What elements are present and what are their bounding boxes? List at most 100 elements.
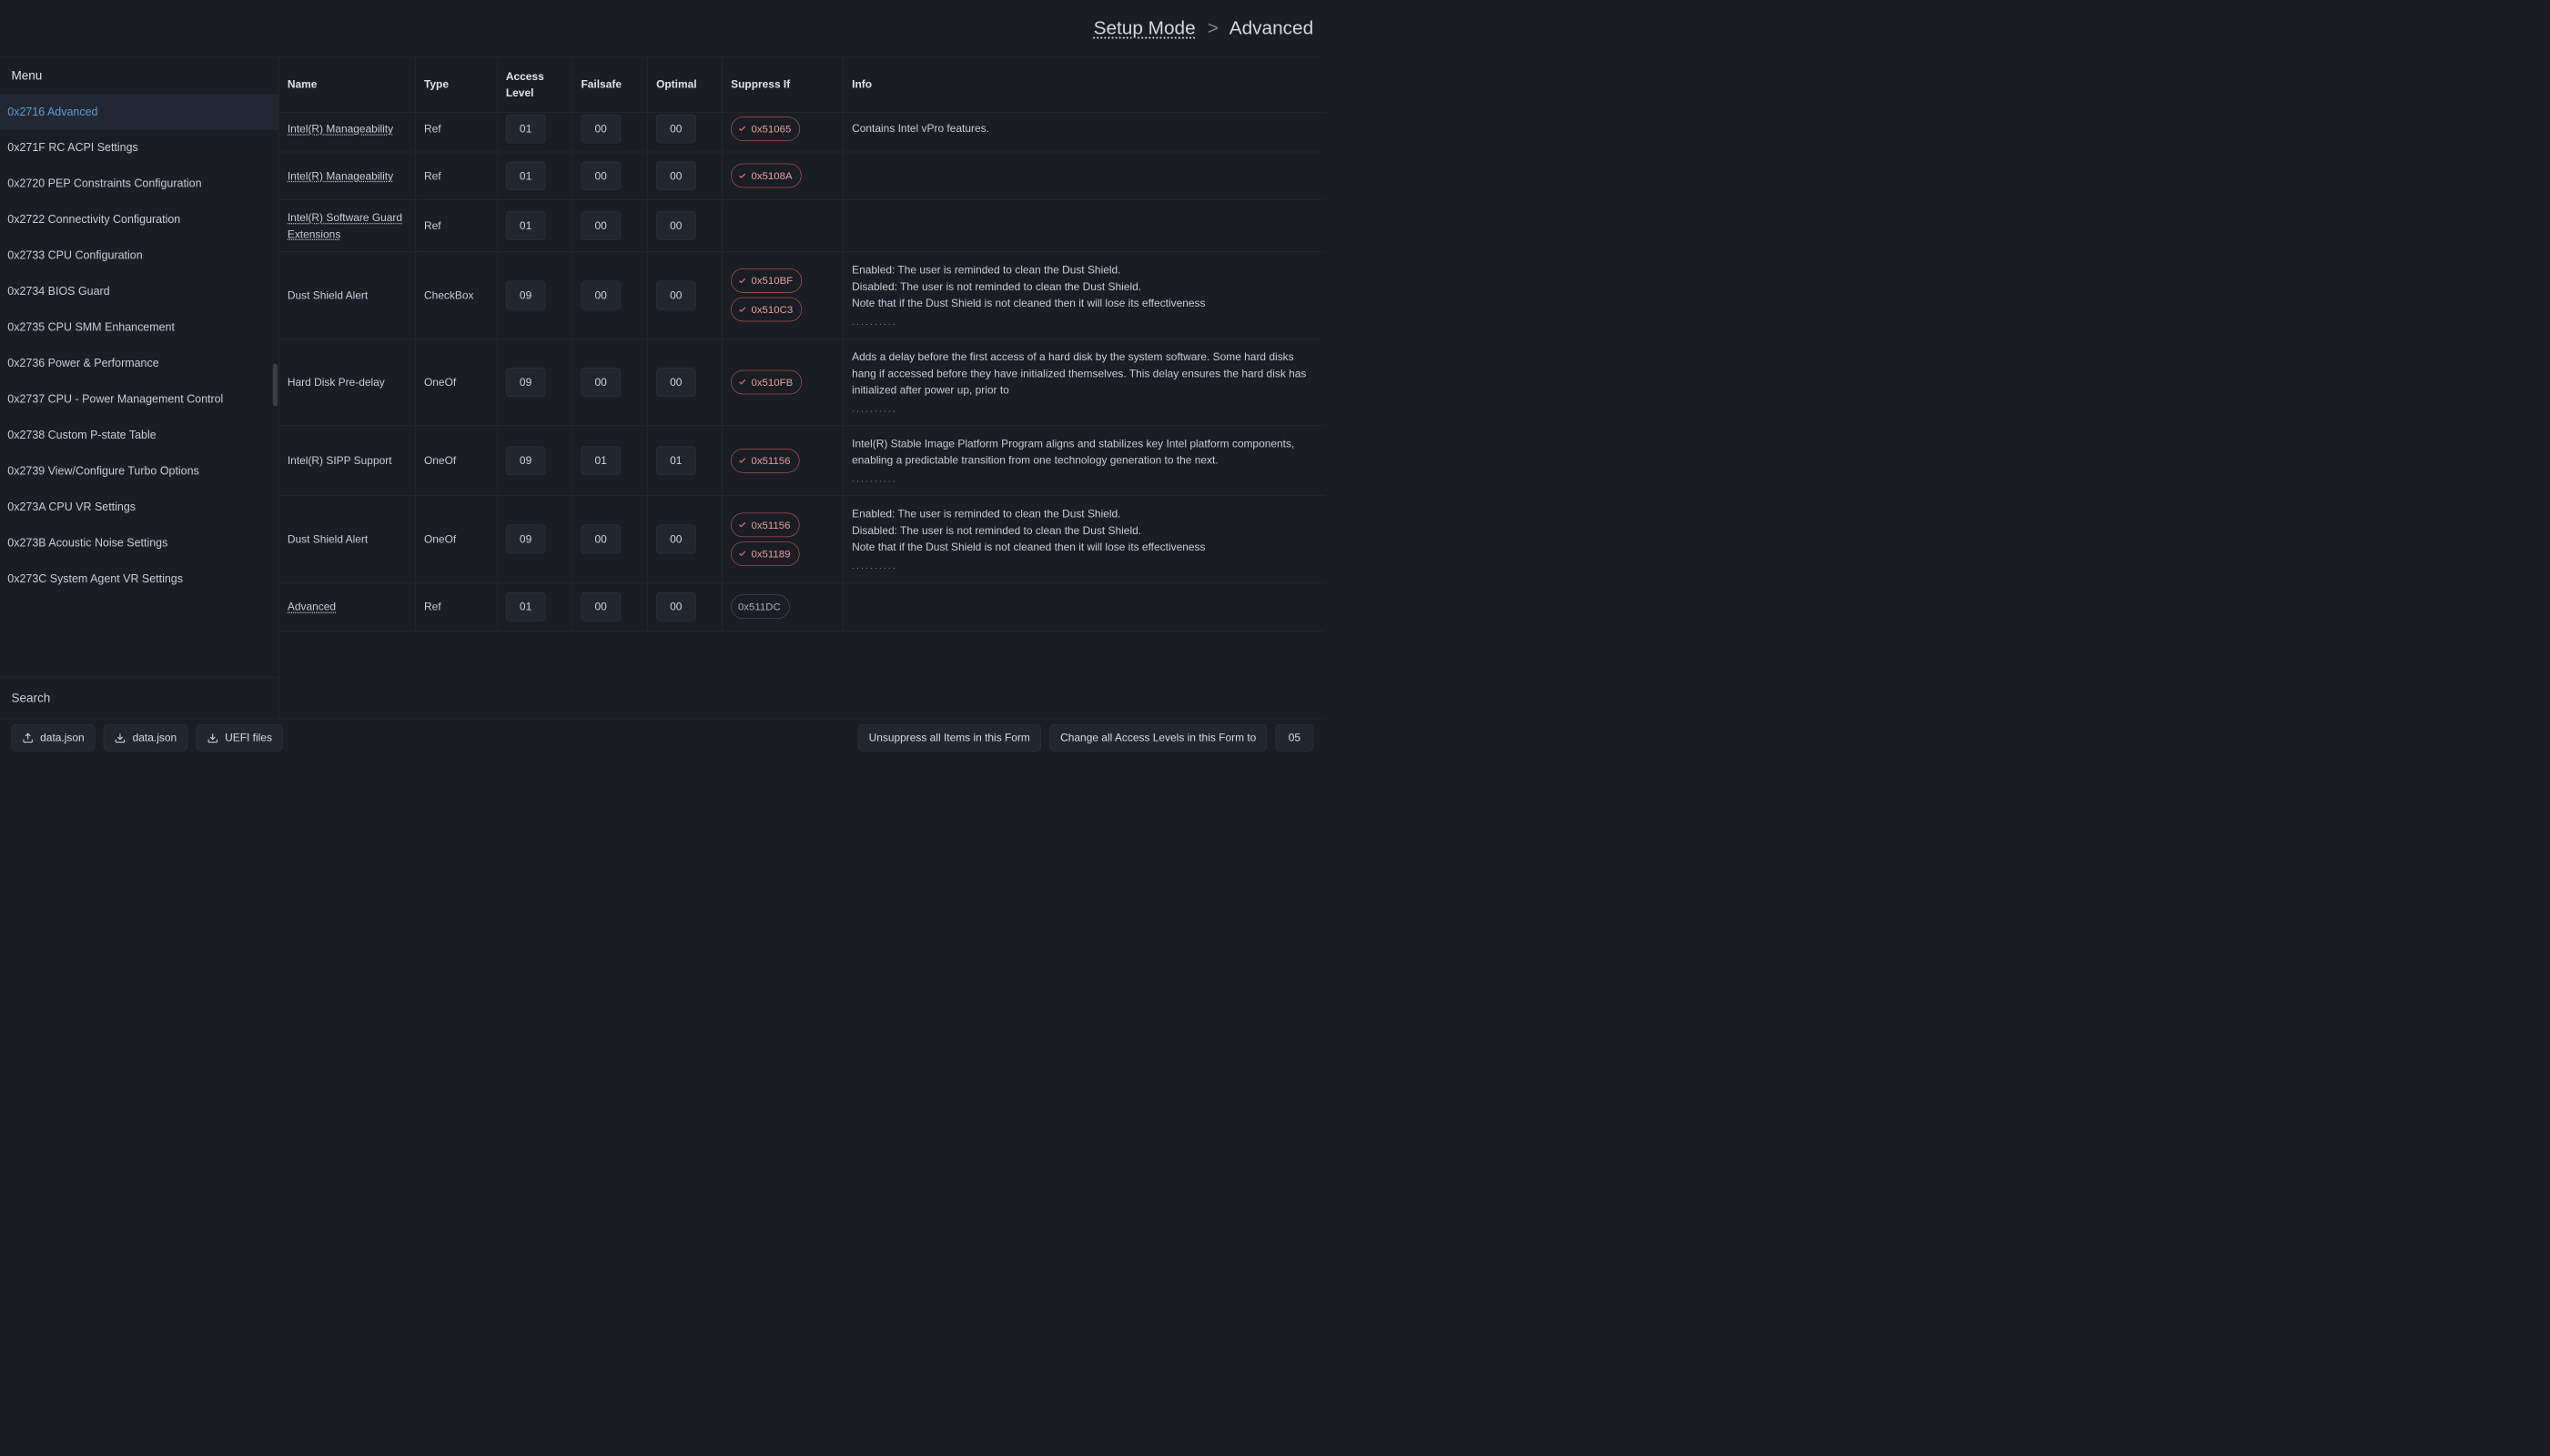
more-indicator[interactable]: .......... [852, 315, 897, 329]
sidebar-item[interactable]: 0x271F RC ACPI Settings [0, 130, 278, 166]
optimal-value[interactable]: 00 [656, 161, 695, 189]
more-indicator[interactable]: .......... [852, 401, 897, 416]
suppress-chip[interactable]: 0x51065 [731, 116, 800, 140]
optimal-value[interactable]: 00 [656, 592, 695, 621]
download-label: data.json [133, 732, 177, 744]
suppress-chip[interactable]: 0x510FB [731, 370, 802, 394]
sidebar-item[interactable]: 0x273A CPU VR Settings [0, 490, 278, 525]
row-name: Hard Disk Pre-delay [288, 374, 385, 390]
access-value[interactable]: 01 [506, 115, 545, 143]
search-input[interactable]: Search [0, 677, 278, 719]
sidebar-item[interactable]: 0x2720 PEP Constraints Configuration [0, 166, 278, 201]
suppress-chip[interactable]: 0x510C3 [731, 298, 802, 321]
table-row: Intel(R) Manageability Ref 01 00 00 0x5108A [279, 152, 1325, 200]
row-info: Contains Intel vPro features. [852, 120, 989, 137]
sidebar-item[interactable]: 0x2735 CPU SMM Enhancement [0, 309, 278, 345]
more-indicator[interactable]: .......... [852, 559, 897, 573]
breadcrumb-root[interactable]: Setup Mode [1094, 17, 1196, 38]
failsafe-value[interactable]: 01 [581, 447, 620, 475]
optimal-value[interactable]: 00 [656, 368, 695, 396]
failsafe-value[interactable]: 00 [581, 161, 620, 189]
upload-label: data.json [40, 732, 85, 744]
upload-button[interactable]: data.json [11, 724, 95, 752]
suppress-chip[interactable]: 0x5108A [731, 164, 801, 187]
access-value[interactable]: 09 [506, 525, 545, 553]
scrollbar-thumb[interactable] [273, 363, 278, 406]
sidebar-item[interactable]: 0x2739 View/Configure Turbo Options [0, 453, 278, 489]
col-name: Name [279, 56, 416, 112]
table-row: AdvancedRef0100000x511DC [279, 583, 1325, 632]
optimal-value[interactable]: 00 [656, 115, 695, 143]
row-type: Ref [424, 217, 441, 234]
download-icon [207, 732, 218, 743]
suppress-label: 0x5108A [751, 168, 792, 184]
suppress-label: 0x51156 [751, 453, 790, 469]
sidebar-item[interactable]: 0x273C System Agent VR Settings [0, 561, 278, 597]
uefi-label: UEFI files [225, 732, 272, 744]
row-name: Dust Shield Alert [288, 287, 368, 303]
uefi-files-button[interactable]: UEFI files [196, 724, 282, 752]
row-info: Intel(R) Stable Image Platform Program a… [852, 435, 1316, 469]
row-info: Enabled: The user is reminded to clean t… [852, 505, 1205, 556]
suppress-label: 0x51065 [751, 121, 791, 136]
failsafe-value[interactable]: 00 [581, 115, 620, 143]
suppress-label: 0x51189 [751, 546, 790, 561]
download-icon [115, 732, 126, 743]
access-value[interactable]: 01 [506, 592, 545, 621]
access-value[interactable]: 09 [506, 368, 545, 396]
col-suppress: Suppress If [723, 56, 844, 112]
failsafe-value[interactable]: 00 [581, 368, 620, 396]
failsafe-value[interactable]: 00 [581, 211, 620, 239]
access-value[interactable]: 01 [506, 211, 545, 239]
row-type: OneOf [424, 374, 456, 390]
sidebar-item[interactable]: 0x273B Acoustic Noise Settings [0, 525, 278, 561]
col-type: Type [416, 56, 498, 112]
row-name-link[interactable]: Intel(R) Manageability [288, 120, 393, 136]
optimal-value[interactable]: 00 [656, 525, 695, 553]
suppress-chip[interactable]: 0x51189 [731, 541, 799, 565]
access-value[interactable]: 09 [506, 281, 545, 309]
suppress-label: 0x510BF [751, 273, 793, 288]
sidebar-item[interactable]: 0x2736 Power & Performance [0, 346, 278, 381]
row-name-link[interactable]: Intel(R) Manageability [288, 167, 393, 184]
suppress-chip[interactable]: 0x51156 [731, 449, 799, 472]
suppress-chip[interactable]: 0x51156 [731, 512, 799, 536]
failsafe-value[interactable]: 00 [581, 592, 620, 621]
row-name-link[interactable]: Intel(R) Software Guard Extensions [288, 209, 407, 242]
access-level-input[interactable]: 05 [1276, 724, 1314, 752]
col-optimal: Optimal [648, 56, 723, 112]
row-type: CheckBox [424, 287, 473, 303]
suppress-label: 0x510C3 [751, 302, 793, 318]
suppress-chip[interactable]: 0x510BF [731, 268, 802, 292]
suppress-label: 0x51156 [751, 517, 790, 532]
row-name-link[interactable]: Advanced [288, 599, 336, 615]
optimal-value[interactable]: 01 [656, 447, 695, 475]
sidebar-item[interactable]: 0x2738 Custom P-state Table [0, 418, 278, 453]
sidebar-item[interactable]: 0x2722 Connectivity Configuration [0, 202, 278, 238]
upload-icon [22, 732, 33, 743]
failsafe-value[interactable]: 00 [581, 525, 620, 553]
more-indicator[interactable]: .......... [852, 472, 897, 487]
row-type: OneOf [424, 531, 456, 548]
sidebar-item[interactable]: 0x2733 CPU Configuration [0, 238, 278, 273]
sidebar-item[interactable]: 0x2734 BIOS Guard [0, 274, 278, 309]
optimal-value[interactable]: 00 [656, 281, 695, 309]
table-row: Intel(R) Manageability Ref 01 00 00 0x51065 Co… [279, 113, 1325, 152]
failsafe-value[interactable]: 00 [581, 281, 620, 309]
row-type: Ref [424, 120, 441, 136]
row-type: OneOf [424, 452, 456, 469]
download-button[interactable]: data.json [104, 724, 187, 752]
access-value[interactable]: 01 [506, 161, 545, 189]
sidebar-item[interactable]: 0x2737 CPU - Power Management Control [0, 381, 278, 417]
sidebar-item[interactable]: 0x2716 Advanced [0, 94, 278, 129]
suppress-label: 0x510FB [751, 374, 793, 389]
access-value[interactable]: 09 [506, 447, 545, 475]
table-body: Intel(R) Manageability Ref 01 00 00 0x51065 Co… [279, 113, 1325, 719]
unsuppress-button[interactable]: Unsuppress all Items in this Form [858, 724, 1041, 752]
optimal-value[interactable]: 00 [656, 211, 695, 239]
row-info: Adds a delay before the first access of … [852, 349, 1316, 399]
suppress-chip[interactable]: 0x511DC [731, 594, 789, 618]
change-access-button[interactable]: Change all Access Levels in this Form to [1049, 724, 1267, 752]
breadcrumb: Setup Mode > Advanced [1094, 17, 1314, 38]
row-type: Ref [424, 167, 441, 184]
